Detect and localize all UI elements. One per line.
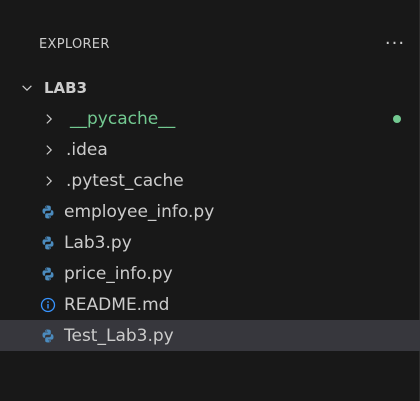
chevron-right-icon (46, 113, 53, 124)
tree-item-pycache[interactable]: __pycache__ (0, 103, 420, 134)
tree-item-label: Lab3.py (64, 232, 132, 253)
tree-item-readme[interactable]: README.md (0, 289, 420, 320)
chevron-right-icon (46, 144, 53, 155)
tree-item-label: Test_Lab3.py (64, 325, 174, 346)
explorer-panel: EXPLORER ··· LAB3 __pycache__ .idea .pyt… (0, 0, 420, 401)
chevron-down-icon (22, 84, 32, 91)
git-untracked-dot (393, 114, 401, 123)
tree-item-label: __pycache__ (70, 108, 176, 129)
tree-item-label: employee_info.py (64, 201, 215, 222)
tree-item-pytest-cache[interactable]: .pytest_cache (0, 165, 420, 196)
explorer-title: EXPLORER (39, 37, 110, 52)
tree-item-price-info[interactable]: price_info.py (0, 258, 420, 289)
tree-item-lab3-py[interactable]: Lab3.py (0, 227, 420, 258)
explorer-header: EXPLORER ··· (0, 24, 420, 66)
python-icon (42, 329, 54, 342)
ellipsis-icon[interactable]: ··· (380, 28, 410, 58)
python-icon (42, 267, 54, 280)
tree-item-label: .idea (66, 139, 108, 160)
tree-item-label: price_info.py (64, 263, 173, 284)
tree-item-label: README.md (64, 294, 170, 315)
tree-root-lab3[interactable]: LAB3 (0, 72, 420, 103)
tree-item-label: .pytest_cache (66, 170, 184, 191)
tree-root-label: LAB3 (44, 78, 88, 97)
python-icon (42, 236, 54, 249)
tree-item-test-lab3[interactable]: Test_Lab3.py (0, 320, 420, 351)
tree-item-idea[interactable]: .idea (0, 134, 420, 165)
chevron-right-icon (46, 175, 53, 186)
tree-item-employee-info[interactable]: employee_info.py (0, 196, 420, 227)
info-icon (40, 297, 56, 312)
python-icon (42, 205, 54, 218)
